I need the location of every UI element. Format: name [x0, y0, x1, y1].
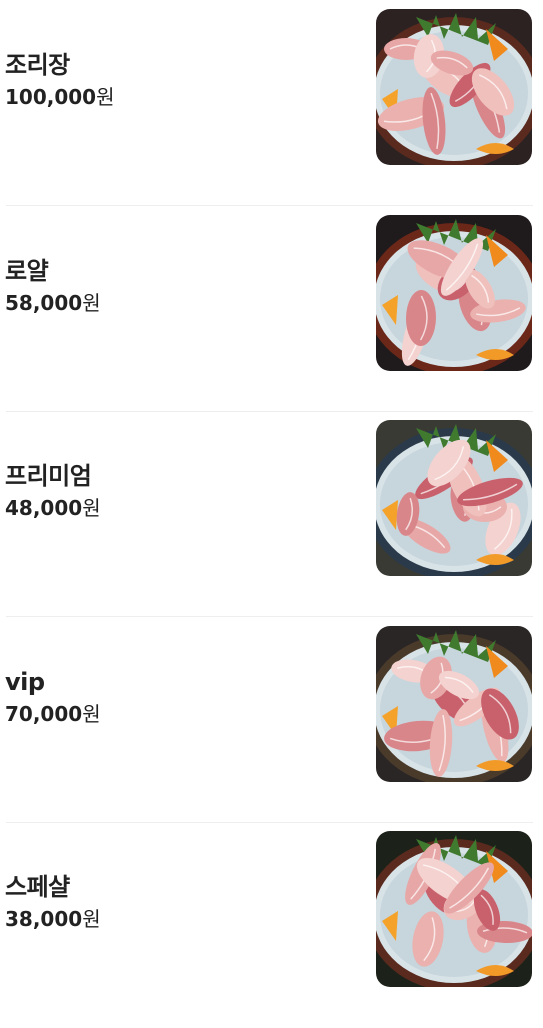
menu-item[interactable]: 프리미엄 48,000원 [0, 411, 543, 617]
tuna-sashimi-platter-image[interactable] [376, 420, 532, 576]
price-unit: 원 [82, 907, 101, 931]
menu-item-price: 48,000원 [5, 495, 101, 521]
tuna-sashimi-platter-image[interactable] [376, 626, 532, 782]
menu-item-price: 70,000원 [5, 701, 101, 727]
price-unit: 원 [82, 496, 101, 520]
price-value: 48,000 [5, 496, 83, 520]
menu-item[interactable]: 스페샬 38,000원 [0, 822, 543, 1028]
menu-item-price: 58,000원 [5, 290, 101, 316]
menu-item-info: 스페샬 38,000원 [5, 872, 101, 932]
price-value: 38,000 [5, 907, 83, 931]
menu-item[interactable]: vip 70,000원 [0, 617, 543, 823]
price-unit: 원 [82, 702, 101, 726]
menu-item-name: vip [5, 668, 45, 696]
menu-item-price: 38,000원 [5, 906, 101, 932]
menu-item[interactable]: 조리장 100,000원 [0, 0, 543, 206]
menu-item-info: 조리장 100,000원 [5, 50, 115, 110]
tuna-sashimi-platter-image[interactable] [376, 831, 532, 987]
menu-item-name: 스페샬 [5, 873, 70, 901]
menu-item-name: 조리장 [5, 51, 70, 79]
price-value: 58,000 [5, 291, 83, 315]
tuna-sashimi-platter-image[interactable] [376, 215, 532, 371]
menu-item-info: 로얄 58,000원 [5, 256, 101, 316]
menu-list: 조리장 100,000원 로얄 58,000원 프리미엄 48,000원 vip… [0, 0, 543, 998]
price-value: 100,000 [5, 85, 97, 109]
price-value: 70,000 [5, 702, 83, 726]
price-unit: 원 [96, 85, 115, 109]
menu-item-info: 프리미엄 48,000원 [5, 461, 101, 521]
menu-item-name: 프리미엄 [5, 462, 92, 490]
menu-item-info: vip 70,000원 [5, 667, 101, 727]
menu-item-price: 100,000원 [5, 84, 115, 110]
price-unit: 원 [82, 291, 101, 315]
menu-item[interactable]: 로얄 58,000원 [0, 206, 543, 412]
menu-item-name: 로얄 [5, 257, 49, 285]
tuna-sashimi-platter-image[interactable] [376, 9, 532, 165]
